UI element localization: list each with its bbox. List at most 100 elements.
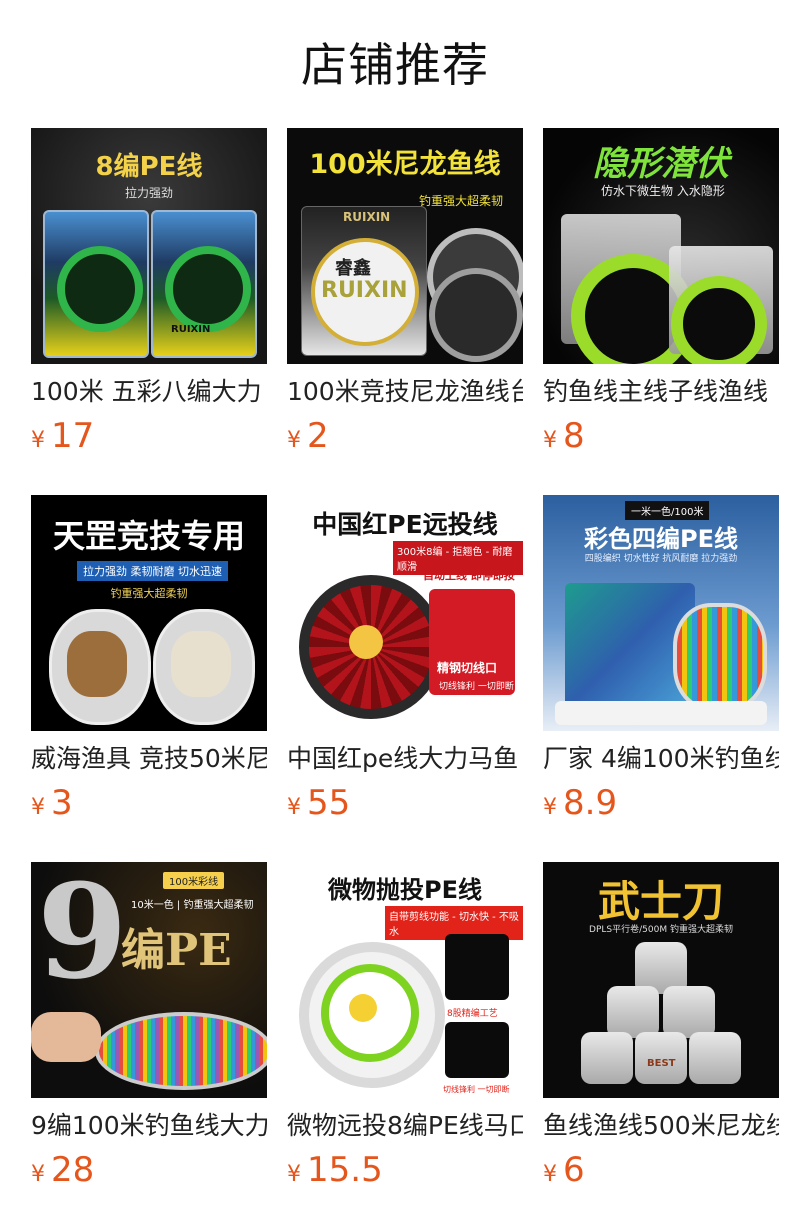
thumb-headline: 武士刀 xyxy=(597,877,724,926)
pedestal xyxy=(555,701,767,725)
product-name[interactable]: 厂家 4编100米钓鱼线 xyxy=(543,739,779,779)
product-card[interactable]: 8编PE线 拉力强劲 RUIXIN 100米 五彩八编大力 ¥ 17 xyxy=(31,128,267,495)
brand-label-main: RUIXIN xyxy=(321,278,408,303)
currency-symbol: ¥ xyxy=(287,1162,301,1187)
currency-symbol: ¥ xyxy=(543,795,557,820)
brand-text: RUIXIN xyxy=(171,324,211,335)
product-name[interactable]: 威海渔具 竞技50米尼 xyxy=(31,739,267,779)
product-image[interactable]: 天罡竞技专用 拉力强劲 柔韧耐磨 切水迅速 钓重强大超柔韧 xyxy=(31,495,267,731)
product-image[interactable]: 中国红PE远投线 300米8编 - 拒翘色 - 耐磨顺滑 自动上线 即停即按 精… xyxy=(287,495,523,731)
thumb-headline: 100米尼龙鱼线 xyxy=(309,149,501,180)
thumb-badge: 一米一色/100米 xyxy=(625,501,710,520)
product-price: ¥ 15.5 xyxy=(287,1146,383,1194)
shop-recommend-page: 店铺推荐 8编PE线 拉力强劲 RUIXIN 100米 五彩八编大力 ¥ 17 … xyxy=(0,0,790,1230)
price-value: 8 xyxy=(563,416,585,456)
product-image[interactable]: 8编PE线 拉力强劲 RUIXIN xyxy=(31,128,267,364)
price-value: 6 xyxy=(563,1150,585,1190)
product-name[interactable]: 微物远投8编PE线马口 xyxy=(287,1106,523,1146)
price-value: 55 xyxy=(307,783,351,823)
price-value: 8.9 xyxy=(563,783,618,823)
brand-text: BEST xyxy=(647,1058,676,1069)
thumb-subtitle: 10米一色 | 钓重强大超柔韧 xyxy=(131,900,254,911)
thumb-subtitle: DPLS平行卷/500M 钓重强大超柔韧 xyxy=(589,925,733,935)
spool-3 xyxy=(663,986,715,1038)
spool-2 xyxy=(607,986,659,1038)
product-card[interactable]: 100米尼龙鱼线 钓重强大超柔韧 RUIXIN 睿鑫 RUIXIN 100米竞技… xyxy=(287,128,523,495)
spool-4 xyxy=(581,1032,633,1084)
product-image[interactable]: 武士刀 DPLS平行卷/500M 钓重强大超柔韧 BEST xyxy=(543,862,779,1098)
currency-symbol: ¥ xyxy=(287,795,301,820)
product-price: ¥ 8.9 xyxy=(543,779,617,827)
product-name[interactable]: 鱼线渔线500米尼龙线 xyxy=(543,1106,779,1146)
price-value: 15.5 xyxy=(307,1150,383,1190)
price-value: 3 xyxy=(51,783,73,823)
spool-stack-2 xyxy=(429,268,523,362)
thumb-subtitle: 拉力强劲 柔韧耐磨 切水迅速 xyxy=(77,561,228,581)
currency-symbol: ¥ xyxy=(543,1162,557,1187)
product-grid: 8编PE线 拉力强劲 RUIXIN 100米 五彩八编大力 ¥ 17 100米尼… xyxy=(31,128,787,1229)
product-card[interactable]: 隐形潜伏 仿水下微生物 入水隐形 钓鱼线主线子线渔线 ¥ 8 xyxy=(543,128,779,495)
cutter-tag: 精钢切线口 xyxy=(437,661,498,675)
thumb-headline: 隐形潜伏 xyxy=(593,144,729,184)
product-price: ¥ 2 xyxy=(287,412,329,460)
line-panel xyxy=(445,934,509,1000)
product-card[interactable]: 天罡竞技专用 拉力强劲 柔韧耐磨 切水迅速 钓重强大超柔韧 威海渔具 竞技50米… xyxy=(31,495,267,862)
product-name[interactable]: 100米 五彩八编大力 xyxy=(31,372,267,412)
thumb-subtitle: 四股编织 切水性好 抗风耐磨 拉力强劲 xyxy=(584,554,738,564)
spool-right-core xyxy=(171,631,231,697)
product-image[interactable]: 100米尼龙鱼线 钓重强大超柔韧 RUIXIN 睿鑫 RUIXIN xyxy=(287,128,523,364)
thumb-digit: 9 xyxy=(37,862,128,1008)
product-name[interactable]: 9编100米钓鱼线大力 xyxy=(31,1106,267,1146)
product-price: ¥ 17 xyxy=(31,412,94,460)
product-image[interactable]: 隐形潜伏 仿水下微生物 入水隐形 xyxy=(543,128,779,364)
thumb-headline: 编PE xyxy=(121,925,232,976)
brand-label-cn: 睿鑫 xyxy=(335,258,371,279)
product-name[interactable]: 中国红pe线大力马鱼 xyxy=(287,739,523,779)
thumb-tag-sub: 切线锋利 一切即断 xyxy=(443,1085,510,1094)
cutter-tag-sub: 切线锋利 一切即断 xyxy=(439,682,514,692)
thumb-headline: 微物抛投PE线 xyxy=(328,876,482,904)
price-value: 2 xyxy=(307,416,329,456)
currency-symbol: ¥ xyxy=(31,1162,45,1187)
product-price: ¥ 55 xyxy=(287,779,350,827)
price-value: 17 xyxy=(51,416,95,456)
product-image[interactable]: 100米彩线 10米一色 | 钓重强大超柔韧 9 编PE xyxy=(31,862,267,1098)
thumb-headline: 彩色四编PE线 xyxy=(584,525,738,553)
spool-center xyxy=(349,994,377,1022)
cutter-panel xyxy=(445,1022,509,1078)
thumb-headline: 中国红PE远投线 xyxy=(312,510,498,539)
product-card[interactable]: 微物抛投PE线 自带剪线功能 - 切水快 - 不吸水 8股精编工艺 切线锋利 一… xyxy=(287,862,523,1229)
product-price: ¥ 3 xyxy=(31,779,73,827)
product-image[interactable]: 一米一色/100米 彩色四编PE线 四股编织 切水性好 抗风耐磨 拉力强劲 xyxy=(543,495,779,731)
thumb-subtitle: 拉力强劲 xyxy=(124,186,173,200)
product-price: ¥ 8 xyxy=(543,412,585,460)
spool-left xyxy=(57,246,143,332)
thumb-tag: 8股精编工艺 xyxy=(447,1009,498,1019)
product-card[interactable]: 武士刀 DPLS平行卷/500M 钓重强大超柔韧 BEST 鱼线渔线500米尼龙… xyxy=(543,862,779,1229)
thumb-subtitle: 钓重强大超柔韧 xyxy=(419,194,504,208)
spool-center xyxy=(349,625,383,659)
price-value: 28 xyxy=(51,1150,95,1190)
thumb-subtitle-2: 自动上线 即停即按 xyxy=(423,569,515,582)
product-card[interactable]: 一米一色/100米 彩色四编PE线 四股编织 切水性好 抗风耐磨 拉力强劲 厂家… xyxy=(543,495,779,862)
currency-symbol: ¥ xyxy=(543,428,557,453)
currency-symbol: ¥ xyxy=(31,428,45,453)
product-name[interactable]: 100米竞技尼龙渔线台 xyxy=(287,372,523,412)
product-price: ¥ 6 xyxy=(543,1146,585,1194)
product-card[interactable]: 100米彩线 10米一色 | 钓重强大超柔韧 9 编PE 9编100米钓鱼线大力… xyxy=(31,862,267,1229)
thumb-subtitle-2: 钓重强大超柔韧 xyxy=(110,587,188,600)
spool-left-core xyxy=(67,631,127,697)
section-title: 店铺推荐 xyxy=(301,38,489,92)
product-card[interactable]: 中国红PE远投线 300米8编 - 拒翘色 - 耐磨顺滑 自动上线 即停即按 精… xyxy=(287,495,523,862)
currency-symbol: ¥ xyxy=(31,795,45,820)
spool-rainbow xyxy=(95,1012,267,1090)
spool-6 xyxy=(689,1032,741,1084)
product-price: ¥ 28 xyxy=(31,1146,94,1194)
thumb-badge: 100米彩线 xyxy=(163,872,225,889)
product-image[interactable]: 微物抛投PE线 自带剪线功能 - 切水快 - 不吸水 8股精编工艺 切线锋利 一… xyxy=(287,862,523,1098)
hand xyxy=(31,1012,101,1062)
spool-rainbow xyxy=(673,603,767,711)
spool-right xyxy=(671,276,767,364)
currency-symbol: ¥ xyxy=(287,428,301,453)
product-name[interactable]: 钓鱼线主线子线渔线 xyxy=(543,372,779,412)
